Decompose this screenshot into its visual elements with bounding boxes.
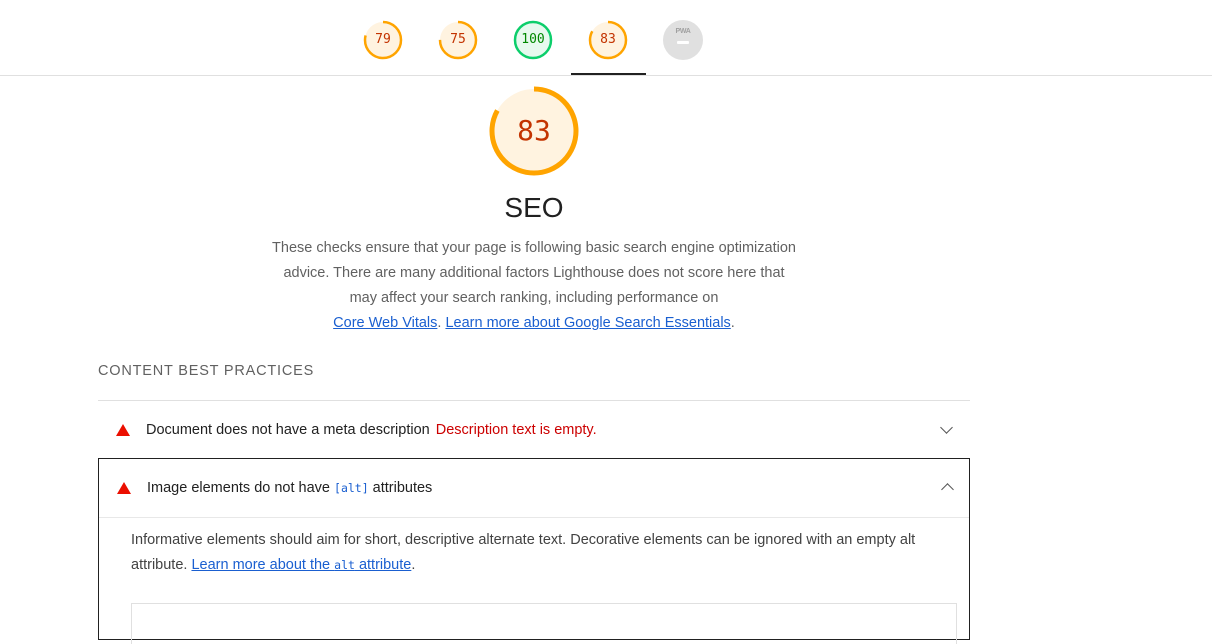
- accessibility-score-gauge[interactable]: 75: [438, 20, 478, 60]
- audit-details-table: [131, 603, 957, 644]
- fail-triangle-icon: [116, 424, 130, 436]
- score-gauges-header: 79 75 100 83 PWA: [0, 0, 1212, 76]
- group-title: CONTENT BEST PRACTICES: [98, 363, 315, 379]
- category-score: 83: [517, 114, 551, 147]
- active-tab-indicator: [571, 73, 646, 75]
- fail-triangle-icon: [117, 482, 131, 494]
- best-practices-score-gauge[interactable]: 100: [513, 20, 553, 60]
- seo-score-gauge[interactable]: 83: [588, 20, 628, 60]
- meta-description-audit[interactable]: Document does not have a meta descriptio…: [98, 401, 970, 458]
- image-alt-audit: Image elements do not have [alt] attribu…: [98, 458, 970, 644]
- image-alt-audit-header[interactable]: Image elements do not have [alt] attribu…: [99, 459, 969, 518]
- audit-display-value: Description text is empty.: [435, 422, 597, 438]
- category-title: SEO: [504, 192, 564, 223]
- chevron-down-icon[interactable]: [940, 421, 953, 434]
- pwa-dash-icon: [677, 41, 689, 44]
- alt-attribute-learn-more-link[interactable]: Learn more about the alt attribute: [191, 557, 411, 573]
- category-description: These checks ensure that your page is fo…: [272, 240, 796, 331]
- chevron-up-icon[interactable]: [941, 483, 954, 496]
- pwa-label: PWA: [675, 28, 691, 35]
- audit-title: Document does not have a meta descriptio…: [146, 422, 597, 438]
- accessibility-score: 75: [450, 32, 466, 47]
- performance-score: 79: [375, 32, 391, 47]
- best-practices-score: 100: [521, 32, 545, 47]
- performance-score-gauge[interactable]: 79: [363, 20, 403, 60]
- audit-title: Image elements do not have [alt] attribu…: [147, 480, 433, 496]
- core-web-vitals-link[interactable]: Core Web Vitals: [333, 315, 437, 331]
- seo-category-gauge: 83: [488, 85, 580, 177]
- audit-description: Informative elements should aim for shor…: [131, 532, 916, 573]
- search-essentials-link[interactable]: Learn more about Google Search Essential…: [445, 315, 730, 331]
- seo-score: 83: [600, 32, 616, 47]
- pwa-badge-gauge[interactable]: PWA: [663, 20, 703, 60]
